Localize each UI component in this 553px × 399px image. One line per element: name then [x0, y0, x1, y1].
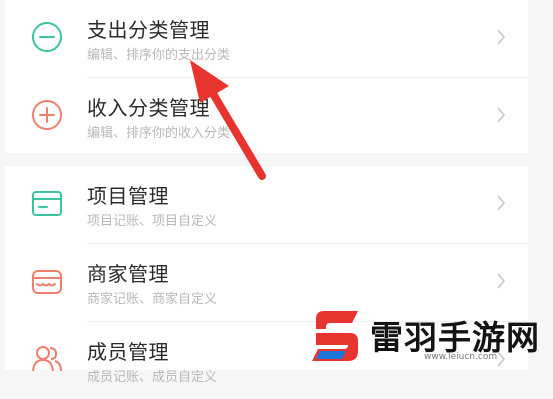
row-subtitle: 商家记账、商家自定义: [87, 292, 218, 307]
row-title: 收入分类管理: [87, 96, 210, 120]
income-category-row[interactable]: 收入分类管理 编辑、排序你的收入分类: [5, 78, 528, 155]
chevron-right-icon: [496, 28, 506, 46]
row-title: 成员管理: [87, 340, 169, 364]
row-subtitle: 项目记账、项目自定义: [87, 214, 218, 229]
row-subtitle: 编辑、排序你的支出分类: [87, 48, 231, 63]
watermark: 雷羽手游网 www.leiucn.com: [306, 305, 546, 367]
row-title: 项目管理: [87, 184, 169, 208]
expense-category-row[interactable]: 支出分类管理 编辑、排序你的支出分类: [5, 0, 528, 77]
chevron-right-icon: [496, 272, 506, 290]
row-subtitle: 编辑、排序你的收入分类: [87, 126, 231, 141]
watermark-logo-icon: [312, 311, 358, 361]
row-title: 商家管理: [87, 262, 169, 286]
minus-circle-icon: [30, 20, 64, 54]
project-management-row[interactable]: 项目管理 项目记账、项目自定义: [5, 166, 528, 243]
row-title: 支出分类管理: [87, 18, 210, 42]
members-icon: [30, 342, 64, 376]
plus-circle-icon: [30, 98, 64, 132]
shop-icon: [30, 264, 64, 298]
row-subtitle: 成员记账、成员自定义: [87, 370, 218, 385]
chevron-right-icon: [496, 194, 506, 212]
category-group: 支出分类管理 编辑、排序你的支出分类 收入分类管理 编辑、排序你的收入分类: [5, 0, 528, 153]
folder-icon: [30, 186, 64, 220]
watermark-url: www.leiucn.com: [424, 352, 498, 362]
chevron-right-icon: [496, 106, 506, 124]
